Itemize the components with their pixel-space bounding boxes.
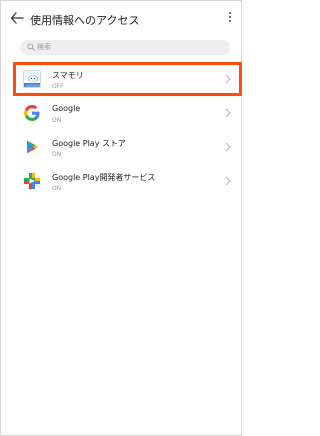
google-play-store-icon (27, 140, 39, 154)
app-name: Google Play開発者サービス (52, 173, 156, 182)
more-vert-icon[interactable] (228, 12, 232, 24)
google-g-icon (24, 105, 40, 121)
highlight-box (13, 62, 242, 96)
chevron-right-icon (225, 176, 231, 186)
search-icon (27, 43, 35, 51)
app-status: ON (52, 185, 62, 192)
list-item-google[interactable]: Google ON (0, 96, 242, 130)
app-name: Google (52, 104, 81, 113)
search-placeholder: 検索 (37, 43, 51, 51)
app-status: ON (52, 117, 62, 124)
search-input[interactable]: 検索 (20, 40, 230, 55)
page-title: 使用情報へのアクセス (30, 14, 140, 27)
app-bar: 使用情報へのアクセス (0, 0, 242, 36)
chevron-right-icon (225, 108, 231, 118)
app-status: ON (52, 151, 62, 158)
list-item-google-play-services[interactable]: Google Play開発者サービス ON (0, 164, 242, 198)
google-play-services-icon (24, 173, 40, 189)
chevron-right-icon (225, 142, 231, 152)
arrow-left-icon[interactable] (10, 11, 24, 25)
list-item-google-play-store[interactable]: Google Play ストア ON (0, 130, 242, 164)
app-name: Google Play ストア (52, 139, 126, 148)
